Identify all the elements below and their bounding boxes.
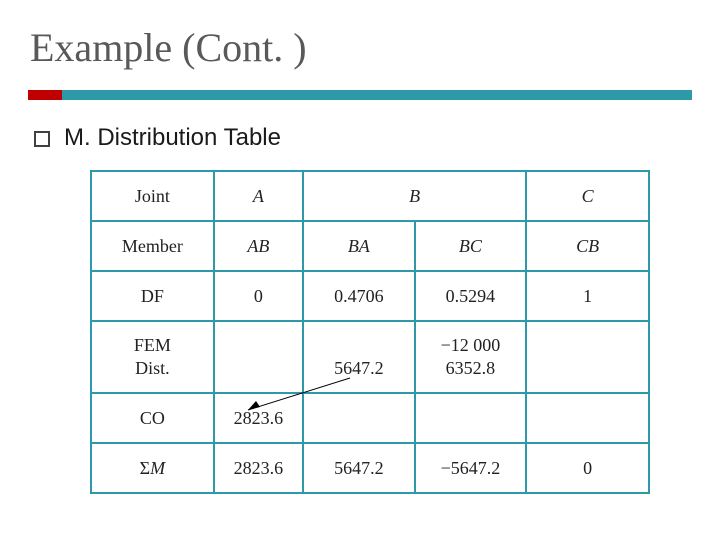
cell: 5647.2	[303, 443, 415, 493]
cell: 1	[526, 271, 649, 321]
cell	[415, 393, 527, 443]
cell: 0.5294	[415, 271, 527, 321]
row-label: FEM Dist.	[91, 321, 214, 393]
row-label: Joint	[91, 171, 214, 221]
page-title: Example (Cont. )	[30, 24, 307, 71]
table-row: CO 2823.6	[91, 393, 649, 443]
cell: 0	[214, 271, 303, 321]
cell	[526, 321, 649, 393]
cell: 0.4706	[303, 271, 415, 321]
row-label: CO	[91, 393, 214, 443]
table-row: DF 0 0.4706 0.5294 1	[91, 271, 649, 321]
table-row: Member AB BA BC CB	[91, 221, 649, 271]
bullet-text: M. Distribution Table	[64, 124, 281, 151]
cell: BA	[303, 221, 415, 271]
cell	[303, 393, 415, 443]
table-row: Joint A B C	[91, 171, 649, 221]
cell: A	[214, 171, 303, 221]
cell: B	[303, 171, 526, 221]
cell: 2823.6	[214, 393, 303, 443]
table-row: ΣM 2823.6 5647.2 −5647.2 0	[91, 443, 649, 493]
cell: CB	[526, 221, 649, 271]
row-label: DF	[91, 271, 214, 321]
cell: AB	[214, 221, 303, 271]
cell: C	[526, 171, 649, 221]
cell	[526, 393, 649, 443]
accent-rule	[28, 90, 692, 100]
cell: −5647.2	[415, 443, 527, 493]
bullet-box-icon	[34, 131, 50, 147]
cell: 2823.6	[214, 443, 303, 493]
cell: −12 000 6352.8	[415, 321, 527, 393]
cell: 5647.2	[303, 321, 415, 393]
row-label: Member	[91, 221, 214, 271]
cell: BC	[415, 221, 527, 271]
distribution-table: Joint A B C Member AB BA BC CB DF 0 0.47…	[90, 170, 650, 494]
table-row: FEM Dist. 5647.2 −12 000 6352.8	[91, 321, 649, 393]
bullet-item: M. Distribution Table	[34, 124, 281, 152]
cell: 0	[526, 443, 649, 493]
row-label: ΣM	[91, 443, 214, 493]
cell	[214, 321, 303, 393]
